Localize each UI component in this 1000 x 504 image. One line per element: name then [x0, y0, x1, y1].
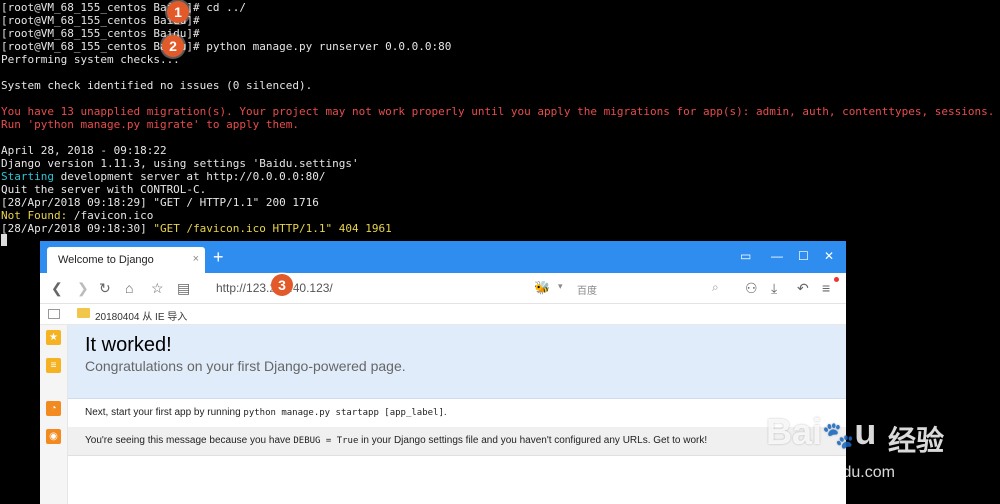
browser-navbar: ❮ ❯ ↻ ⌂ ☆ ▤ http://123.207.40.123/ 🐝 ▾ 百… — [40, 273, 846, 304]
user-icon[interactable]: ⚇ — [745, 280, 758, 297]
notification-dot — [834, 277, 839, 282]
django-page: It worked! Congratulations on your first… — [68, 325, 846, 504]
terminal-line: Quit the server with CONTROL-C. — [1, 183, 207, 196]
window-menu-icon[interactable]: ▭ — [740, 249, 751, 263]
hero-banner: It worked! Congratulations on your first… — [68, 325, 846, 399]
watermark-logo: Bai🐾u — [766, 411, 877, 452]
terminal-cursor — [1, 234, 7, 246]
terminal-line: System check identified no issues (0 sil… — [1, 79, 313, 92]
home-icon[interactable]: ⌂ — [125, 280, 133, 296]
rss-icon[interactable]: ◔ — [46, 401, 61, 416]
search-icon[interactable]: ⌕ — [712, 280, 719, 295]
browser-sidebar: ★ ≡ ◔ ◉ — [40, 325, 68, 504]
back-icon[interactable]: ❮ — [51, 280, 63, 297]
terminal-line: [28/Apr/2018 09:18:29] "GET / HTTP/1.1" … — [1, 196, 319, 209]
weibo-icon[interactable]: ◉ — [46, 429, 61, 444]
forward-icon[interactable]: ❯ — [77, 280, 89, 297]
step-badge-1: 1 — [167, 1, 189, 23]
step-badge-2: 2 — [162, 35, 184, 57]
terminal-line: Performing system checks... — [1, 53, 180, 66]
page-title: It worked! — [85, 334, 172, 356]
search-box[interactable]: 百度 ⌕ — [574, 277, 734, 299]
watermark: Bai🐾u 经验 jingyan.baidu.com — [760, 397, 1000, 504]
search-placeholder: 百度 — [577, 286, 597, 297]
bee-icon[interactable]: 🐝 — [534, 280, 550, 296]
terminal-line: Not Found: /favicon.ico — [1, 209, 154, 222]
terminal-line: You have 13 unapplied migration(s). Your… — [1, 105, 995, 118]
tab-welcome-to-django[interactable]: Welcome to Django × — [47, 247, 205, 273]
favorite-star-icon[interactable]: ☆ — [151, 280, 164, 297]
terminal-line: [28/Apr/2018 09:18:30] "GET /favicon.ico… — [1, 222, 392, 235]
note-icon[interactable]: ≡ — [46, 358, 61, 373]
step-badge-3: 3 — [271, 274, 293, 296]
terminal-line: [root@VM_68_155_centos Baidu]# python ma… — [1, 40, 452, 53]
bookmarks-bar: 20180404 从 IE 导入 — [40, 304, 846, 325]
next-steps-text: Next, start your first app by running py… — [85, 407, 447, 418]
sidebar-toggle-icon[interactable] — [48, 309, 60, 319]
minimize-icon[interactable]: — — [771, 249, 783, 263]
terminal-line: [root@VM_68_155_centos Baidu]# cd ../ — [1, 1, 247, 14]
browser-titlebar: Welcome to Django × + ▭ — ☐ ✕ — [40, 241, 846, 273]
page-subtitle: Congratulations on your first Django-pow… — [85, 358, 406, 374]
reader-icon[interactable]: ▤ — [177, 280, 190, 297]
watermark-url: jingyan.baidu.com — [766, 464, 895, 481]
terminal-line: Starting development server at http://0.… — [1, 170, 326, 183]
explanation-text: You're seeing this message because you h… — [85, 435, 708, 446]
terminal-line: April 28, 2018 - 09:18:22 — [1, 144, 167, 157]
new-tab-button[interactable]: + — [213, 247, 224, 267]
terminal-line: Run 'python manage.py migrate' to apply … — [1, 118, 300, 131]
tab-close-icon[interactable]: × — [193, 253, 199, 265]
folder-icon — [77, 308, 90, 318]
maximize-icon[interactable]: ☐ — [798, 249, 809, 263]
close-icon[interactable]: ✕ — [824, 249, 834, 263]
explanation-row: You're seeing this message because you h… — [68, 427, 846, 456]
star-icon[interactable]: ★ — [46, 330, 61, 345]
address-bar[interactable]: http://123.207.40.123/ 🐝 ▾ — [208, 277, 574, 299]
menu-icon[interactable]: ≡ — [822, 280, 830, 296]
bookmark-folder[interactable]: 20180404 从 IE 导入 — [95, 308, 187, 323]
tab-title: Welcome to Django — [58, 254, 154, 266]
chevron-down-icon[interactable]: ▾ — [558, 281, 563, 292]
refresh-icon[interactable]: ↻ — [99, 280, 111, 297]
next-steps-row: Next, start your first app by running py… — [68, 399, 846, 426]
download-icon[interactable]: ⤓ — [771, 280, 777, 297]
browser-window: Welcome to Django × + ▭ — ☐ ✕ ❮ ❯ ↻ ⌂ ☆ … — [40, 241, 846, 504]
terminal-line: Django version 1.11.3, using settings 'B… — [1, 157, 359, 170]
watermark-cn: 经验 — [888, 424, 945, 457]
undo-icon[interactable]: ↶ — [797, 280, 809, 297]
